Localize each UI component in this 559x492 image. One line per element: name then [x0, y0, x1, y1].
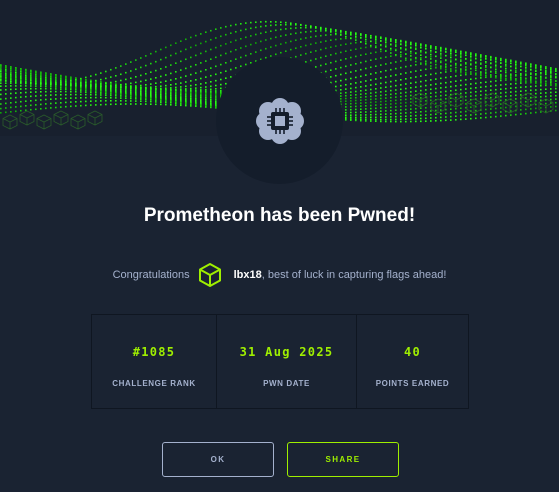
stat-label: CHALLENGE RANK [112, 379, 196, 388]
challenge-avatar [216, 57, 343, 184]
processor-chip-icon [255, 97, 304, 144]
stat-value: #1085 [132, 345, 176, 359]
congrats-prefix: Congratulations [112, 269, 190, 281]
congrats-suffix: , best of luck in capturing flags ahead! [261, 269, 447, 281]
stat-value: 31 Aug 2025 [239, 345, 334, 359]
username-link[interactable]: lbx18 [234, 269, 262, 281]
stat-pwn-date: 31 Aug 2025 PWN DATE [217, 315, 357, 408]
stat-challenge-rank: #1085 CHALLENGE RANK [92, 315, 217, 408]
cube-icon [198, 262, 222, 288]
stat-points-earned: 40 POINTS EARNED [357, 315, 468, 408]
stat-value: 40 [403, 345, 422, 359]
congrats-line: Congratulations lbx18 , best of luck in … [0, 262, 559, 288]
stats-panel: #1085 CHALLENGE RANK 31 Aug 2025 PWN DAT… [91, 314, 469, 409]
ok-button[interactable]: OK [162, 442, 274, 477]
pwned-title: Prometheon has been Pwned! [143, 205, 416, 226]
stat-label: POINTS EARNED [375, 379, 450, 388]
stat-label: PWN DATE [263, 379, 310, 388]
share-button[interactable]: SHARE [287, 442, 399, 477]
